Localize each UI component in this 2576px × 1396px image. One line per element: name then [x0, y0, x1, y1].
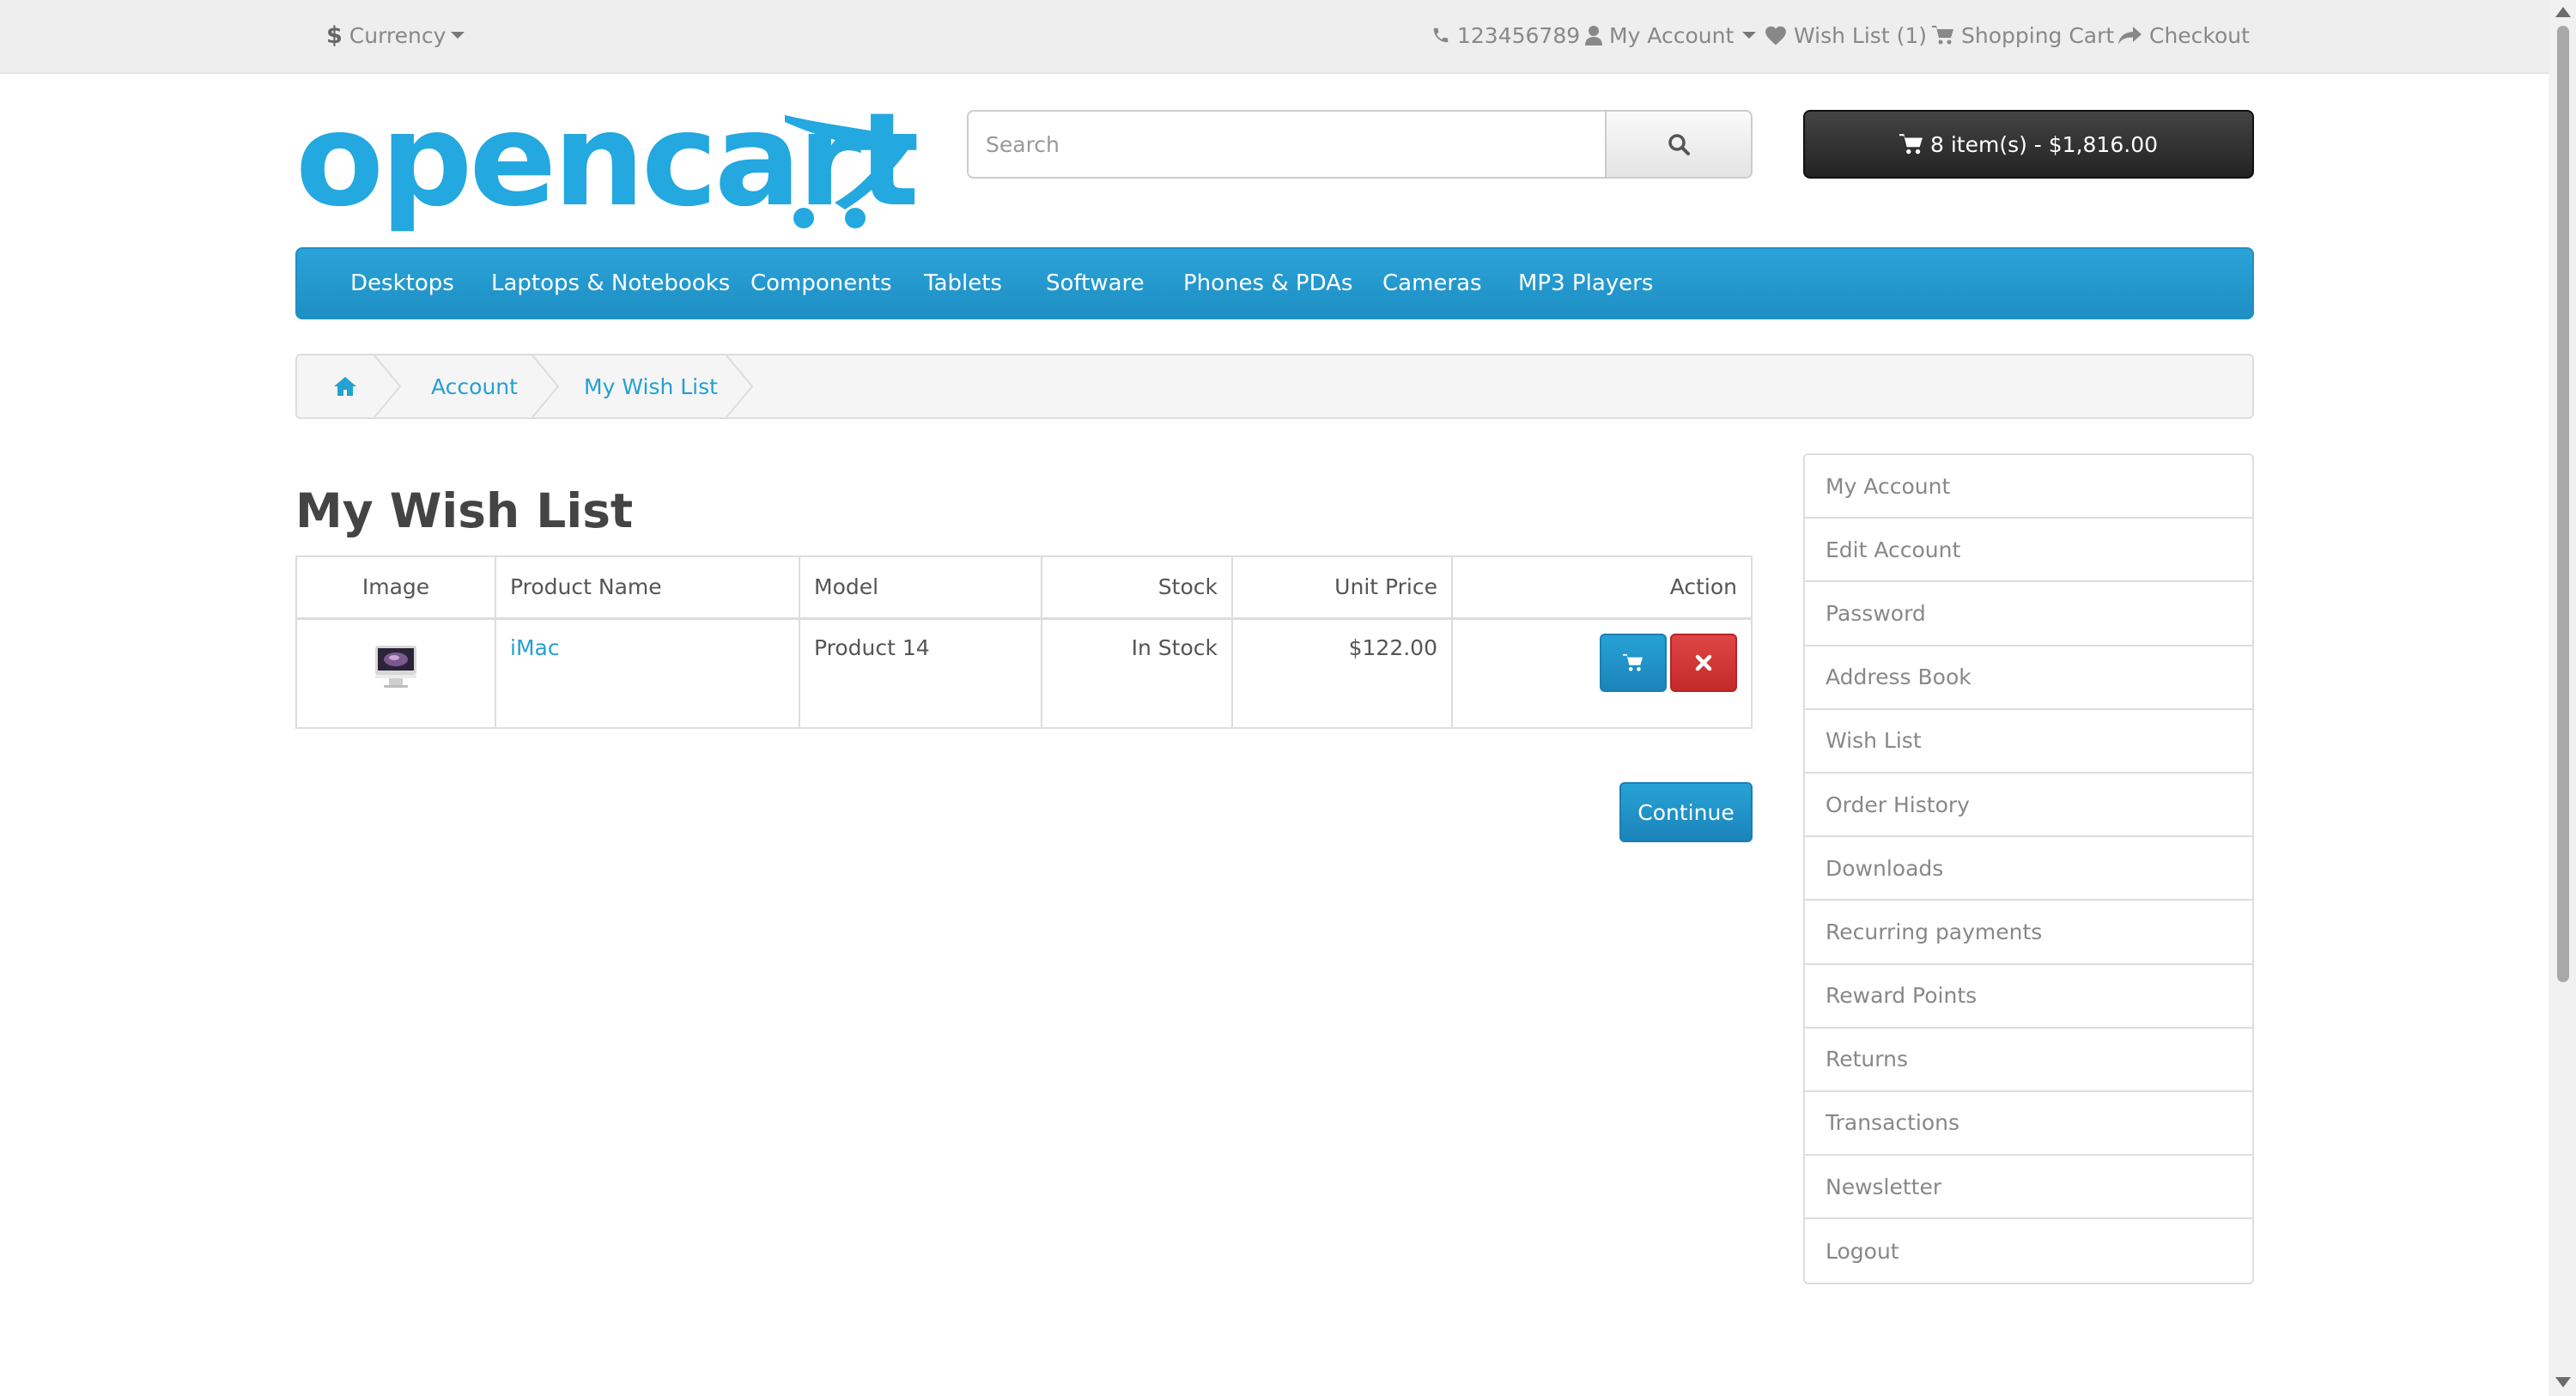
- cart-summary-button[interactable]: 8 item(s) - $1,816.00: [1803, 110, 2254, 179]
- shopping-cart-link[interactable]: Shopping Cart: [1932, 0, 2114, 70]
- price-cell: $122.00: [1231, 617, 1453, 729]
- action-cell: [1451, 617, 1753, 729]
- product-link[interactable]: iMac: [510, 635, 560, 660]
- stock-cell: In Stock: [1041, 617, 1233, 729]
- remove-button[interactable]: [1670, 633, 1737, 692]
- breadcrumb-separator: [726, 355, 754, 417]
- currency-label: Currency: [349, 22, 447, 48]
- top-bar: $ Currency 123456789 My Account Wish Lis…: [0, 0, 2549, 74]
- product-name-cell: iMac: [495, 617, 800, 729]
- column-header-product-name: Product Name: [495, 555, 800, 620]
- breadcrumb: Account My Wish List: [295, 354, 2254, 419]
- sidebar-item-logout[interactable]: Logout: [1805, 1219, 2252, 1284]
- caret-down-icon: [451, 32, 465, 39]
- column-header-model: Model: [799, 555, 1042, 620]
- menu-item-laptops-notebooks[interactable]: Laptops & Notebooks: [491, 249, 730, 318]
- phone-icon: [1433, 27, 1449, 43]
- model-cell: Product 14: [799, 617, 1042, 729]
- sidebar-item-transactions[interactable]: Transactions: [1805, 1091, 2252, 1156]
- menu-item-components[interactable]: Components: [750, 249, 892, 318]
- phone-number: 123456789: [1457, 22, 1581, 48]
- main-menu: Desktops Laptops & Notebooks Components …: [295, 247, 2254, 319]
- cart-icon: [1932, 26, 1953, 45]
- wish-list-label: Wish List (1): [1794, 22, 1927, 48]
- user-icon: [1585, 26, 1602, 46]
- search-icon: [1668, 134, 1690, 155]
- column-header-action: Action: [1451, 555, 1753, 620]
- column-header-image: Image: [295, 555, 496, 620]
- search-button[interactable]: [1605, 112, 1751, 177]
- shopping-cart-label: Shopping Cart: [1961, 22, 2115, 48]
- menu-item-cameras[interactable]: Cameras: [1382, 249, 1482, 318]
- search-bar: [967, 110, 1753, 179]
- sidebar-item-edit-account[interactable]: Edit Account: [1805, 519, 2252, 583]
- home-icon: [334, 377, 356, 396]
- table-row: iMac Product 14 In Stock $122.00: [295, 617, 1753, 729]
- imac-thumbnail[interactable]: [372, 644, 420, 690]
- wish-list-link[interactable]: Wish List (1): [1765, 0, 1927, 70]
- checkout-link[interactable]: Checkout: [2118, 0, 2250, 70]
- continue-button[interactable]: Continue: [1619, 782, 1753, 842]
- product-image-cell: [295, 617, 496, 729]
- currency-symbol: $: [326, 21, 343, 49]
- column-header-stock: Stock: [1041, 555, 1233, 620]
- sidebar-item-order-history[interactable]: Order History: [1805, 773, 2252, 838]
- sidebar-item-my-account[interactable]: My Account: [1805, 455, 2252, 519]
- scroll-down-arrow-icon[interactable]: [2555, 1377, 2571, 1387]
- my-account-label: My Account: [1609, 22, 1735, 48]
- menu-item-phones-pdas[interactable]: Phones & PDAs: [1183, 249, 1352, 318]
- checkout-label: Checkout: [2149, 22, 2250, 48]
- menu-item-desktops[interactable]: Desktops: [350, 249, 454, 318]
- breadcrumb-item-my-wish-list[interactable]: My Wish List: [584, 355, 718, 417]
- wish-list-table: Image Product Name Model Stock Unit Pric…: [295, 555, 1753, 729]
- sidebar-item-recurring-payments[interactable]: Recurring payments: [1805, 901, 2252, 965]
- column-header-unit-price: Unit Price: [1231, 555, 1453, 620]
- sidebar-item-reward-points[interactable]: Reward Points: [1805, 964, 2252, 1029]
- scrollbar-thumb[interactable]: [2557, 26, 2569, 982]
- my-account-dropdown[interactable]: My Account: [1585, 0, 1757, 70]
- vertical-scrollbar[interactable]: [2549, 0, 2576, 1396]
- phone-link[interactable]: 123456789: [1431, 0, 1580, 70]
- breadcrumb-separator: [374, 355, 402, 417]
- search-input[interactable]: [969, 112, 1605, 177]
- opencart-logo[interactable]: opencart: [295, 86, 920, 235]
- page-title: My Wish List: [295, 483, 634, 538]
- add-to-cart-button[interactable]: [1600, 633, 1667, 692]
- breadcrumb-separator: [532, 355, 560, 417]
- cart-icon: [1623, 653, 1643, 671]
- menu-item-mp3-players[interactable]: MP3 Players: [1518, 249, 1653, 318]
- account-sidebar: My Account Edit Account Password Address…: [1803, 453, 2254, 1285]
- sidebar-item-downloads[interactable]: Downloads: [1805, 837, 2252, 901]
- cart-summary-label: 8 item(s) - $1,816.00: [1929, 131, 2158, 157]
- scroll-up-arrow-icon[interactable]: [2555, 7, 2571, 17]
- breadcrumb-home[interactable]: [333, 355, 357, 417]
- currency-dropdown[interactable]: $ Currency: [326, 0, 465, 70]
- close-icon: [1695, 654, 1712, 671]
- sidebar-item-wish-list[interactable]: Wish List: [1805, 709, 2252, 774]
- sidebar-item-newsletter[interactable]: Newsletter: [1805, 1156, 2252, 1220]
- caret-down-icon: [1742, 32, 1757, 39]
- cart-icon: [1899, 134, 1923, 155]
- table-header-row: Image Product Name Model Stock Unit Pric…: [295, 555, 1753, 620]
- menu-item-software[interactable]: Software: [1046, 249, 1145, 318]
- sidebar-item-password[interactable]: Password: [1805, 582, 2252, 646]
- sidebar-item-address-book[interactable]: Address Book: [1805, 646, 2252, 710]
- share-icon: [2118, 27, 2142, 45]
- heart-icon: [1765, 26, 1786, 46]
- sidebar-item-returns[interactable]: Returns: [1805, 1028, 2252, 1092]
- menu-item-tablets[interactable]: Tablets: [924, 249, 1002, 318]
- breadcrumb-item-account[interactable]: Account: [431, 355, 518, 417]
